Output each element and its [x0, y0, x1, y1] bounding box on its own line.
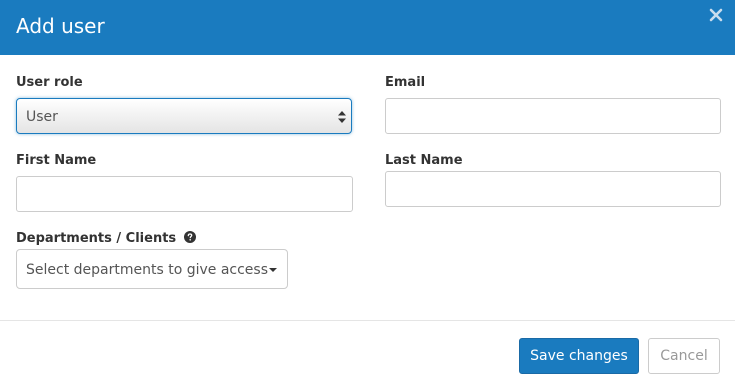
close-icon[interactable]: [706, 5, 726, 25]
first-name-field[interactable]: [16, 176, 353, 212]
email-label: Email: [385, 75, 426, 90]
caret-down-icon: [269, 268, 277, 272]
departments-label: Departments / Clients: [16, 231, 177, 246]
last-name-label: Last Name: [385, 153, 463, 168]
departments-label-row: Departments / Clients: [16, 231, 196, 247]
user-role-select[interactable]: User: [16, 98, 352, 134]
departments-select[interactable]: Select departments to give access: [16, 249, 288, 289]
cancel-button[interactable]: Cancel: [648, 338, 720, 374]
first-name-label: First Name: [16, 153, 97, 168]
departments-placeholder: Select departments to give access: [26, 262, 269, 278]
email-field[interactable]: [385, 98, 721, 134]
user-role-value: User: [26, 109, 58, 125]
last-name-field[interactable]: [385, 171, 721, 207]
user-role-label: User role: [16, 75, 83, 90]
save-changes-button[interactable]: Save changes: [519, 338, 639, 374]
modal-header: Add user: [0, 0, 735, 55]
question-circle-icon[interactable]: [183, 231, 196, 243]
modal-title: Add user: [16, 14, 105, 38]
footer-divider: [0, 320, 735, 321]
select-arrows-icon: [338, 111, 346, 123]
